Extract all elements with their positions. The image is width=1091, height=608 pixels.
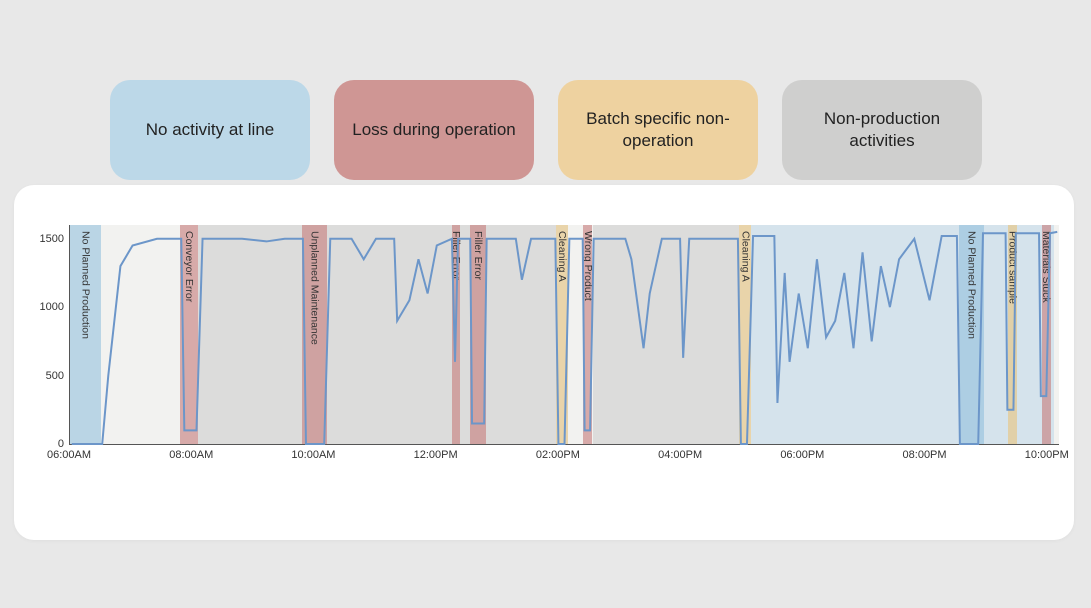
x-tick: 04:00PM <box>658 449 702 461</box>
y-tick: 500 <box>46 370 64 382</box>
x-tick: 10:00PM <box>1025 449 1069 461</box>
legend-label: Non-production activities <box>794 108 970 152</box>
x-tick: 06:00PM <box>780 449 824 461</box>
x-tick: 02:00PM <box>536 449 580 461</box>
legend-no-activity: No activity at line <box>110 80 310 180</box>
x-tick: 08:00AM <box>169 449 213 461</box>
x-tick: 06:00AM <box>47 449 91 461</box>
legend-label: Loss during operation <box>352 119 516 141</box>
y-tick: 1500 <box>40 233 64 245</box>
x-tick: 12:00PM <box>414 449 458 461</box>
chart-panel: 0 500 1000 1500 No Planned ProductionCon… <box>14 185 1074 540</box>
x-axis-labels: 06:00AM08:00AM10:00AM12:00PM02:00PM04:00… <box>69 449 1059 469</box>
plot-area: 0 500 1000 1500 No Planned ProductionCon… <box>69 225 1059 445</box>
legend-nonprod: Non-production activities <box>782 80 982 180</box>
x-tick: 10:00AM <box>291 449 335 461</box>
x-tick: 08:00PM <box>903 449 947 461</box>
legend-batch: Batch specific non-operation <box>558 80 758 180</box>
legend-row: No activity at line Loss during operatio… <box>110 80 982 180</box>
legend-label: Batch specific non-operation <box>570 108 746 152</box>
line-chart <box>70 225 1059 444</box>
legend-loss: Loss during operation <box>334 80 534 180</box>
y-tick: 1000 <box>40 301 64 313</box>
legend-label: No activity at line <box>146 119 275 141</box>
